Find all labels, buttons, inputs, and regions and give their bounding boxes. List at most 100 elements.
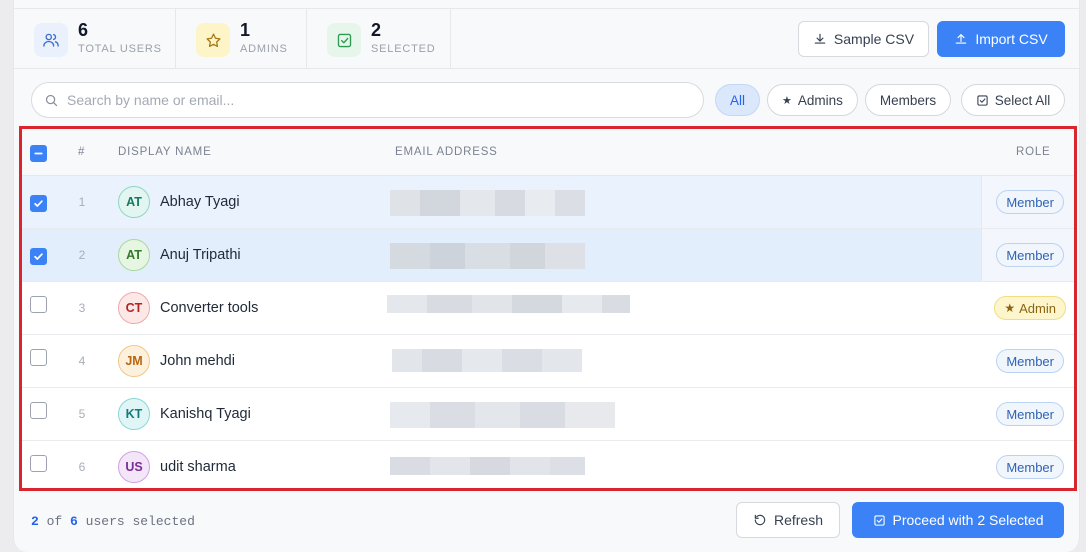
table-row[interactable]: 2 AT Anuj Tripathi Member: [22, 229, 1074, 282]
admins-count: 1: [240, 20, 251, 40]
row-checkbox[interactable]: [30, 296, 47, 313]
row-index: 4: [78, 354, 86, 368]
table-row[interactable]: 6 US udit sharma Member: [22, 441, 1074, 488]
row-index: 3: [78, 301, 86, 315]
admins-label: ADMINS: [240, 43, 288, 55]
filter-admins[interactable]: ★ Admins: [767, 84, 858, 116]
table-row[interactable]: 5 KT Kanishq Tyagi Member: [22, 388, 1074, 441]
import-csv-label: Import CSV: [975, 31, 1048, 47]
selected-number: 2: [31, 514, 39, 529]
role-label: Member: [1006, 459, 1054, 475]
role-badge: Member: [996, 402, 1064, 426]
sample-csv-label: Sample CSV: [833, 31, 915, 47]
total-users-label: TOTAL USERS: [78, 43, 162, 55]
avatar: KT: [118, 398, 150, 430]
search-icon: [44, 93, 59, 108]
proceed-count: 2: [977, 512, 986, 528]
of-text: of: [46, 514, 63, 529]
filter-all[interactable]: All: [715, 84, 760, 116]
minus-icon: [34, 152, 43, 155]
table-row[interactable]: 1 AT Abhay Tyagi Member: [22, 176, 1074, 229]
filter-members-label: Members: [879, 92, 937, 108]
header-role[interactable]: ROLE: [1016, 146, 1051, 158]
row-checkbox[interactable]: [30, 349, 47, 366]
filter-admins-label: Admins: [797, 92, 843, 108]
import-csv-button[interactable]: Import CSV: [937, 21, 1065, 57]
email-redacted: [392, 349, 582, 372]
role-badge: Member: [996, 349, 1064, 373]
role-label: Member: [1006, 247, 1054, 263]
row-checkbox[interactable]: [30, 248, 47, 265]
role-label: Member: [1006, 353, 1054, 369]
refresh-button[interactable]: Refresh: [736, 502, 840, 538]
selected-count: 2: [371, 20, 382, 40]
refresh-icon: [754, 514, 766, 526]
role-badge: Member: [996, 243, 1064, 267]
role-badge: ★ Admin: [994, 296, 1066, 320]
user-import-card: 6 TOTAL USERS 1 ADMINS 2 SELECTED Sample…: [13, 0, 1080, 552]
upload-icon: [956, 34, 967, 44]
user-name: Abhay Tyagi: [160, 194, 240, 210]
users-icon: [34, 23, 68, 57]
checkmark-icon: [34, 200, 43, 207]
stats-bar: 6 TOTAL USERS 1 ADMINS 2 SELECTED Sample…: [14, 9, 1079, 69]
row-index: 6: [78, 460, 86, 474]
role-label: Admin: [1019, 300, 1056, 316]
user-name: Anuj Tripathi: [160, 247, 241, 263]
user-name: John mehdi: [160, 353, 235, 369]
summary-suffix: users selected: [85, 514, 195, 529]
row-checkbox[interactable]: [30, 455, 47, 472]
row-checkbox[interactable]: [30, 195, 47, 212]
users-table: # DISPLAY NAME EMAIL ADDRESS ROLE 1 AT A…: [19, 126, 1077, 491]
check-square-icon: [977, 94, 988, 106]
total-number: 6: [70, 514, 78, 529]
avatar: AT: [118, 239, 150, 271]
sample-csv-button[interactable]: Sample CSV: [798, 21, 929, 57]
filter-members[interactable]: Members: [865, 84, 951, 116]
user-name: Kanishq Tyagi: [160, 406, 251, 422]
avatar: JM: [118, 345, 150, 377]
select-all-button[interactable]: Select All: [961, 84, 1065, 116]
email-redacted: [387, 295, 630, 313]
selected-label: SELECTED: [371, 43, 436, 55]
download-icon: [814, 33, 826, 44]
select-all-checkbox[interactable]: [30, 145, 47, 162]
role-label: Member: [1006, 194, 1054, 210]
check-square-icon: [327, 23, 361, 57]
search-field[interactable]: [31, 82, 704, 118]
star-icon: [196, 23, 230, 57]
user-name: udit sharma: [160, 459, 236, 475]
star-filled-icon: ★: [782, 94, 792, 107]
proceed-prefix: Proceed with: [892, 512, 974, 528]
check-square-icon: [873, 514, 885, 526]
proceed-suffix: Selected: [989, 512, 1044, 528]
header-email[interactable]: EMAIL ADDRESS: [395, 146, 498, 158]
search-input[interactable]: [67, 92, 667, 108]
email-redacted: [390, 457, 585, 475]
email-redacted: [390, 402, 615, 428]
filter-all-label: All: [729, 92, 745, 108]
selection-summary: 2 of 6 users selected: [31, 514, 195, 529]
row-index: 5: [78, 407, 86, 421]
row-checkbox[interactable]: [30, 402, 47, 419]
stat-admins: 1 ADMINS: [176, 9, 307, 69]
proceed-button[interactable]: Proceed with 2 Selected: [852, 502, 1064, 538]
table-row[interactable]: 4 JM John mehdi Member: [22, 335, 1074, 388]
avatar: CT: [118, 292, 150, 324]
avatar: AT: [118, 186, 150, 218]
header-display-name[interactable]: DISPLAY NAME: [118, 146, 212, 158]
row-index: 1: [78, 195, 86, 209]
select-all-label: Select All: [994, 92, 1051, 108]
user-name: Converter tools: [160, 300, 259, 316]
total-users-count: 6: [78, 20, 89, 40]
stat-total-users: 6 TOTAL USERS: [14, 9, 176, 69]
checkmark-icon: [34, 253, 43, 260]
avatar: US: [118, 451, 150, 483]
role-label: Member: [1006, 406, 1054, 422]
role-badge: Member: [996, 455, 1064, 479]
table-row[interactable]: 3 CT Converter tools ★ Admin: [22, 282, 1074, 335]
header-index: #: [78, 146, 86, 158]
star-filled-icon: ★: [1004, 301, 1016, 315]
proceed-label: Proceed with 2 Selected: [893, 512, 1044, 528]
row-index: 2: [78, 248, 86, 262]
